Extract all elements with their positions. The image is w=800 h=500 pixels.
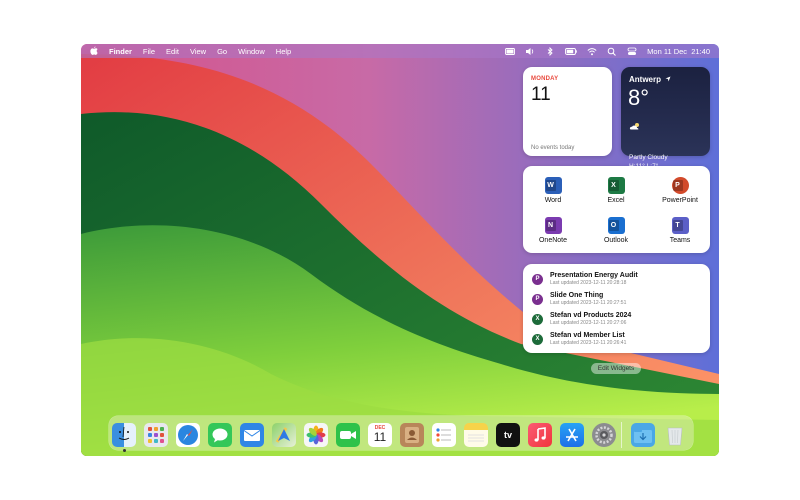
- app-teams-label: Teams: [669, 237, 691, 244]
- recent-file-updated: Last updated 2023-12-11 20:27:51: [550, 300, 627, 306]
- app-outlook[interactable]: O Outlook: [586, 217, 646, 244]
- calendar-events: No events today: [531, 145, 575, 151]
- control-center-icon[interactable]: [627, 47, 637, 56]
- calendar-icon[interactable]: DEC 11: [368, 423, 392, 447]
- calendar-date: 11: [531, 84, 551, 105]
- calendar-day: MONDAY: [531, 76, 559, 82]
- recent-file-name: Stefan vd Member List: [550, 332, 625, 339]
- app-excel-label: Excel: [607, 197, 625, 204]
- menu-go[interactable]: Go: [217, 47, 227, 56]
- outlook-icon: O: [607, 217, 625, 234]
- messages-icon[interactable]: [208, 423, 232, 447]
- wifi-icon[interactable]: [587, 47, 597, 56]
- menu-help[interactable]: Help: [276, 47, 291, 56]
- recent-file-updated: Last updated 2023-12-11 20:27:06: [550, 320, 627, 326]
- recent-file-updated: Last updated 2023-12-11 20:28:18: [550, 280, 627, 286]
- location-arrow-icon: [665, 76, 671, 82]
- calendar-icon-date: 11: [373, 430, 387, 444]
- onenote-icon: N: [544, 217, 562, 234]
- maps-icon[interactable]: [272, 423, 296, 447]
- recent-file-name: Presentation Energy Audit: [550, 272, 638, 279]
- office-apps-widget: W Word X Excel P PowerPoint N OneNote O …: [523, 166, 710, 253]
- downloads-folder-icon[interactable]: [631, 423, 655, 447]
- recent-file-updated: Last updated 2023-12-11 20:26:41: [550, 340, 627, 346]
- app-excel[interactable]: X Excel: [586, 177, 646, 204]
- weather-condition: Partly Cloudy: [629, 154, 668, 161]
- word-icon: W: [544, 177, 562, 194]
- mail-icon[interactable]: [240, 423, 264, 447]
- app-word-label: Word: [544, 197, 562, 204]
- recent-file-item[interactable]: X Stefan vd Member List Last updated 202…: [532, 332, 626, 346]
- finder-running-indicator: [123, 449, 126, 452]
- notes-icon[interactable]: [464, 423, 488, 447]
- recent-file-name: Stefan vd Products 2024: [550, 312, 632, 319]
- desktop-screen: Finder File Edit View Go Window Help Mon…: [81, 44, 719, 456]
- app-powerpoint-label: PowerPoint: [662, 197, 698, 204]
- launchpad-icon[interactable]: [144, 423, 168, 447]
- search-icon[interactable]: [607, 47, 617, 56]
- bluetooth-icon[interactable]: [545, 46, 555, 56]
- calendar-widget[interactable]: MONDAY 11 No events today: [523, 67, 612, 156]
- system-settings-icon[interactable]: [592, 423, 616, 447]
- weather-temperature: 8°: [628, 85, 650, 110]
- weather-city-name: Antwerp: [629, 75, 661, 84]
- edit-widgets-button[interactable]: Edit Widgets: [591, 363, 641, 374]
- music-icon[interactable]: [528, 423, 552, 447]
- safari-icon[interactable]: [176, 423, 200, 447]
- recent-files-widget: P Presentation Energy Audit Last updated…: [523, 264, 710, 353]
- menu-app-name[interactable]: Finder: [109, 47, 132, 56]
- menu-view[interactable]: View: [190, 47, 206, 56]
- dock-separator: [621, 422, 622, 448]
- partly-cloudy-icon: [629, 123, 639, 130]
- powerpoint-file-icon: P: [532, 293, 543, 305]
- dock: DEC 11 tv: [109, 416, 693, 452]
- menu-file[interactable]: File: [143, 47, 155, 56]
- weather-widget[interactable]: Antwerp 8° Partly Cloudy H:11° L:7°: [621, 67, 710, 170]
- apple-tv-label: tv: [503, 430, 512, 440]
- reminders-icon[interactable]: [432, 423, 456, 447]
- powerpoint-icon: P: [671, 177, 689, 194]
- apple-logo-icon[interactable]: [90, 46, 98, 57]
- app-outlook-label: Outlook: [603, 237, 629, 244]
- menu-bar: Finder File Edit View Go Window Help Mon…: [81, 44, 719, 58]
- teams-icon: T: [671, 217, 689, 234]
- menu-edit[interactable]: Edit: [166, 47, 179, 56]
- recent-file-item[interactable]: P Slide One Thing Last updated 2023-12-1…: [532, 292, 626, 306]
- app-word[interactable]: W Word: [523, 177, 583, 204]
- excel-file-icon: X: [532, 333, 543, 345]
- weather-city: Antwerp: [629, 75, 671, 84]
- menu-clock[interactable]: Mon 11 Dec 21:40: [647, 47, 710, 56]
- app-powerpoint[interactable]: P PowerPoint: [650, 177, 710, 204]
- app-store-icon[interactable]: [560, 423, 584, 447]
- excel-file-icon: X: [532, 313, 543, 325]
- battery-icon[interactable]: [505, 47, 516, 56]
- app-onenote[interactable]: N OneNote: [523, 217, 583, 244]
- finder-icon[interactable]: [112, 423, 136, 447]
- excel-icon: X: [607, 177, 625, 194]
- app-teams[interactable]: T Teams: [650, 217, 710, 244]
- volume-icon[interactable]: [525, 47, 535, 56]
- app-onenote-label: OneNote: [538, 237, 568, 244]
- battery-level-icon[interactable]: [565, 47, 577, 56]
- trash-icon[interactable]: [663, 423, 687, 447]
- contacts-icon[interactable]: [400, 423, 424, 447]
- menu-window[interactable]: Window: [238, 47, 265, 56]
- recent-file-item[interactable]: P Presentation Energy Audit Last updated…: [532, 272, 638, 286]
- powerpoint-file-icon: P: [532, 273, 543, 285]
- photos-icon[interactable]: [304, 423, 328, 447]
- recent-file-name: Slide One Thing: [550, 292, 604, 299]
- apple-tv-icon[interactable]: tv: [496, 423, 520, 447]
- recent-file-item[interactable]: X Stefan vd Products 2024 Last updated 2…: [532, 312, 631, 326]
- facetime-icon[interactable]: [336, 423, 360, 447]
